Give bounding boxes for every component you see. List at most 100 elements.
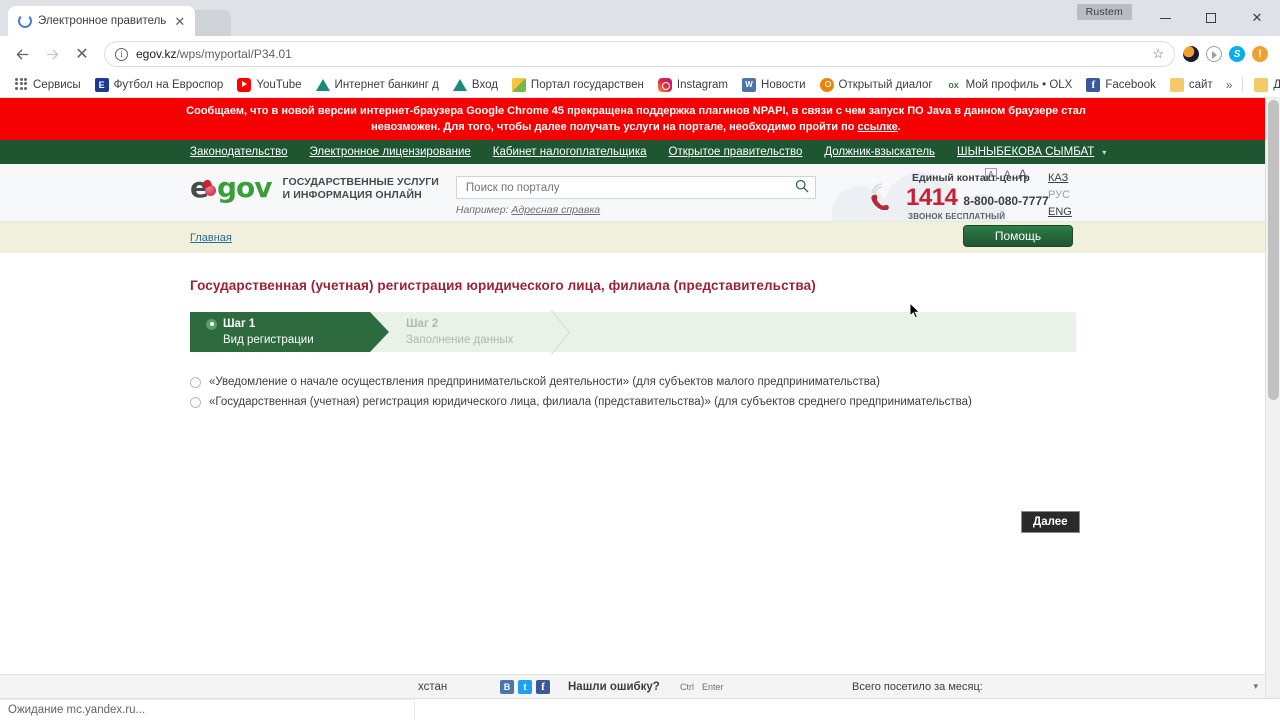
scrollbar-thumb[interactable]	[1268, 100, 1279, 400]
mouse-cursor	[909, 302, 921, 319]
url-path: /wps/myportal/P34.01	[176, 47, 292, 61]
option-row[interactable]: «Уведомление о начале осуществления пред…	[190, 375, 1076, 390]
bookmark-star-icon[interactable]: ☆	[1152, 46, 1164, 62]
step-1-label: Вид регистрации	[223, 333, 314, 346]
browser-tab[interactable]: Электронное правитель ✕	[8, 6, 196, 36]
option-row[interactable]: «Государственная (учетная) регистрация ю…	[190, 395, 1076, 410]
minimize-button[interactable]	[1142, 0, 1188, 36]
nav-item-debtor[interactable]: Должник-взыскатель	[824, 146, 935, 158]
step-1-number: Шаг 1	[223, 317, 256, 330]
video-download-icon[interactable]	[1206, 46, 1222, 62]
alert-link[interactable]: ссылке	[858, 121, 898, 133]
tagline-line-1: ГОСУДАРСТВЕННЫЕ УСЛУГИ	[282, 176, 439, 188]
stop-loading-button-icon[interactable]: ✕	[68, 40, 96, 68]
tab-close-icon[interactable]: ✕	[172, 15, 187, 28]
facebook-icon[interactable]: f	[536, 679, 550, 694]
search-input[interactable]	[465, 181, 795, 194]
radio-option-2[interactable]	[190, 397, 201, 408]
lang-kaz[interactable]: КАЗ	[1048, 170, 1072, 187]
step-2-label: Заполнение данных	[406, 333, 514, 346]
report-error-label[interactable]: Нашли ошибку?	[568, 681, 660, 693]
url-host: egov.kz	[136, 47, 177, 61]
alert-extension-icon[interactable]: !	[1252, 46, 1268, 62]
bookmark-label: Сервисы	[33, 78, 81, 91]
bookmark-item[interactable]: Вход	[446, 76, 505, 94]
search-hint-link[interactable]: Адресная справка	[511, 204, 600, 216]
egov-logo[interactable]: e gov ГОСУДАРСТВЕННЫЕ УСЛУГИ И ИНФОРМАЦИ…	[190, 171, 439, 204]
chevron-down-icon: ▾	[1102, 147, 1107, 157]
help-button[interactable]: Помощь	[963, 225, 1073, 247]
nav-item-taxpayer-cabinet[interactable]: Кабинет налогоплательщика	[493, 146, 647, 158]
bookmark-item[interactable]: Интернет банкинг д	[309, 76, 446, 94]
search-hint-prefix: Например:	[455, 204, 512, 216]
new-tab-button[interactable]	[189, 10, 232, 36]
bookmark-item[interactable]: ox Мой профиль • OLX	[940, 76, 1080, 94]
adblock-icon[interactable]	[1183, 46, 1199, 62]
tab-strip: Электронное правитель ✕	[8, 6, 232, 36]
registration-type-options: «Уведомление о начале осуществления пред…	[190, 375, 1076, 410]
bookmark-item[interactable]: E Футбол на Евроспор	[88, 76, 231, 94]
eurosport-icon: E	[94, 77, 109, 92]
close-window-button[interactable]: ✕	[1234, 0, 1280, 36]
breadcrumb-home-link[interactable]: Главная	[190, 232, 232, 244]
folder-icon	[1169, 77, 1184, 92]
page-scrollbar[interactable]	[1265, 98, 1280, 698]
bookmarks-overflow-icon[interactable]: »	[1220, 78, 1239, 92]
browser-status-bar: Ожидание mc.yandex.ru...	[0, 698, 1280, 720]
bookmark-item[interactable]: Открытый диалог	[813, 76, 940, 94]
nav-item-open-government[interactable]: Открытое правительство	[669, 146, 803, 158]
alert-line-2-after: .	[897, 121, 901, 133]
key-enter: Enter	[702, 681, 724, 692]
nav-item-legislation[interactable]: Законодательство	[190, 146, 288, 158]
user-name-label[interactable]: ШЫНЫБЕКОВА СЫМБАТ	[957, 146, 1094, 158]
contact-center: Единый контакт-центр 1414 8-800-080-7777…	[868, 172, 1049, 221]
contact-free-label: ЗВОНОК БЕСПЛАТНЫЙ	[908, 212, 1006, 221]
site-info-icon[interactable]: i	[115, 47, 128, 61]
vk-icon[interactable]: В	[500, 679, 514, 694]
step-1-number-row: Шаг 1	[206, 317, 370, 332]
contact-center-title: Единый контакт-центр	[912, 172, 1030, 184]
bookmarks-bar: Сервисы E Футбол на Евроспор YouTube Инт…	[0, 72, 1280, 98]
egov-pen-icon	[511, 77, 526, 92]
bookmark-label: Instagram	[676, 78, 729, 91]
profile-name-badge[interactable]: Rustem	[1076, 4, 1132, 20]
user-menu[interactable]: ШЫНЫБЕКОВА СЫМБАТ ▾	[957, 146, 1106, 158]
breadcrumb-bar: Главная Помощь	[0, 222, 1272, 253]
breadcrumb: Главная	[190, 232, 232, 244]
page-title: Государственная (учетная) регистрация юр…	[190, 278, 816, 293]
bookmark-item[interactable]: сайт	[1163, 76, 1220, 94]
twitter-icon[interactable]: t	[518, 679, 532, 694]
contact-short-number: 1414	[906, 184, 958, 211]
bookmark-label: Интернет банкинг д	[334, 78, 439, 91]
radio-option-1[interactable]	[190, 377, 201, 388]
key-ctrl: Ctrl	[680, 681, 694, 692]
other-bookmarks-item[interactable]: Другие закладки	[1247, 76, 1280, 94]
bookmark-item[interactable]: Портал государствен	[505, 76, 651, 94]
lang-eng[interactable]: ENG	[1048, 204, 1072, 221]
page-footer: хстан В t f Нашли ошибку? Ctrl Enter Все…	[0, 674, 1272, 698]
browser-toolbar: ✕ i egov.kz/wps/myportal/P34.01 ☆ S !	[0, 36, 1280, 72]
extension-icons: S !	[1183, 46, 1272, 62]
youtube-icon	[237, 77, 252, 92]
bookmark-item[interactable]: Сервисы	[7, 76, 88, 94]
skype-icon[interactable]: S	[1229, 46, 1245, 62]
bookmark-item[interactable]: f Facebook	[1079, 76, 1163, 94]
search-box[interactable]	[455, 176, 816, 199]
olx-icon: ox	[948, 79, 959, 90]
step-2[interactable]: Шаг 2 Заполнение данных	[370, 312, 550, 352]
nav-item-e-licensing[interactable]: Электронное лицензирование	[310, 146, 471, 158]
halyk-triangle-icon	[315, 78, 330, 92]
java-npapi-alert-banner: Сообщаем, что в новой версии интернет-бр…	[0, 98, 1272, 140]
bookmark-item[interactable]: YouTube	[230, 76, 308, 94]
back-button-icon[interactable]	[8, 40, 36, 68]
window-controls: ✕	[1142, 0, 1280, 36]
bookmark-item[interactable]: W Новости	[735, 76, 813, 94]
bookmark-item[interactable]: Instagram	[651, 76, 735, 94]
bookmark-label: Вход	[471, 78, 498, 91]
maximize-button[interactable]	[1188, 0, 1234, 36]
lang-rus-active[interactable]: РУС	[1048, 187, 1072, 204]
magnifier-icon[interactable]	[795, 179, 809, 196]
next-button[interactable]: Далее	[1021, 511, 1080, 533]
step-1[interactable]: Шаг 1 Вид регистрации	[190, 312, 389, 352]
address-bar[interactable]: i egov.kz/wps/myportal/P34.01 ☆	[104, 41, 1175, 67]
